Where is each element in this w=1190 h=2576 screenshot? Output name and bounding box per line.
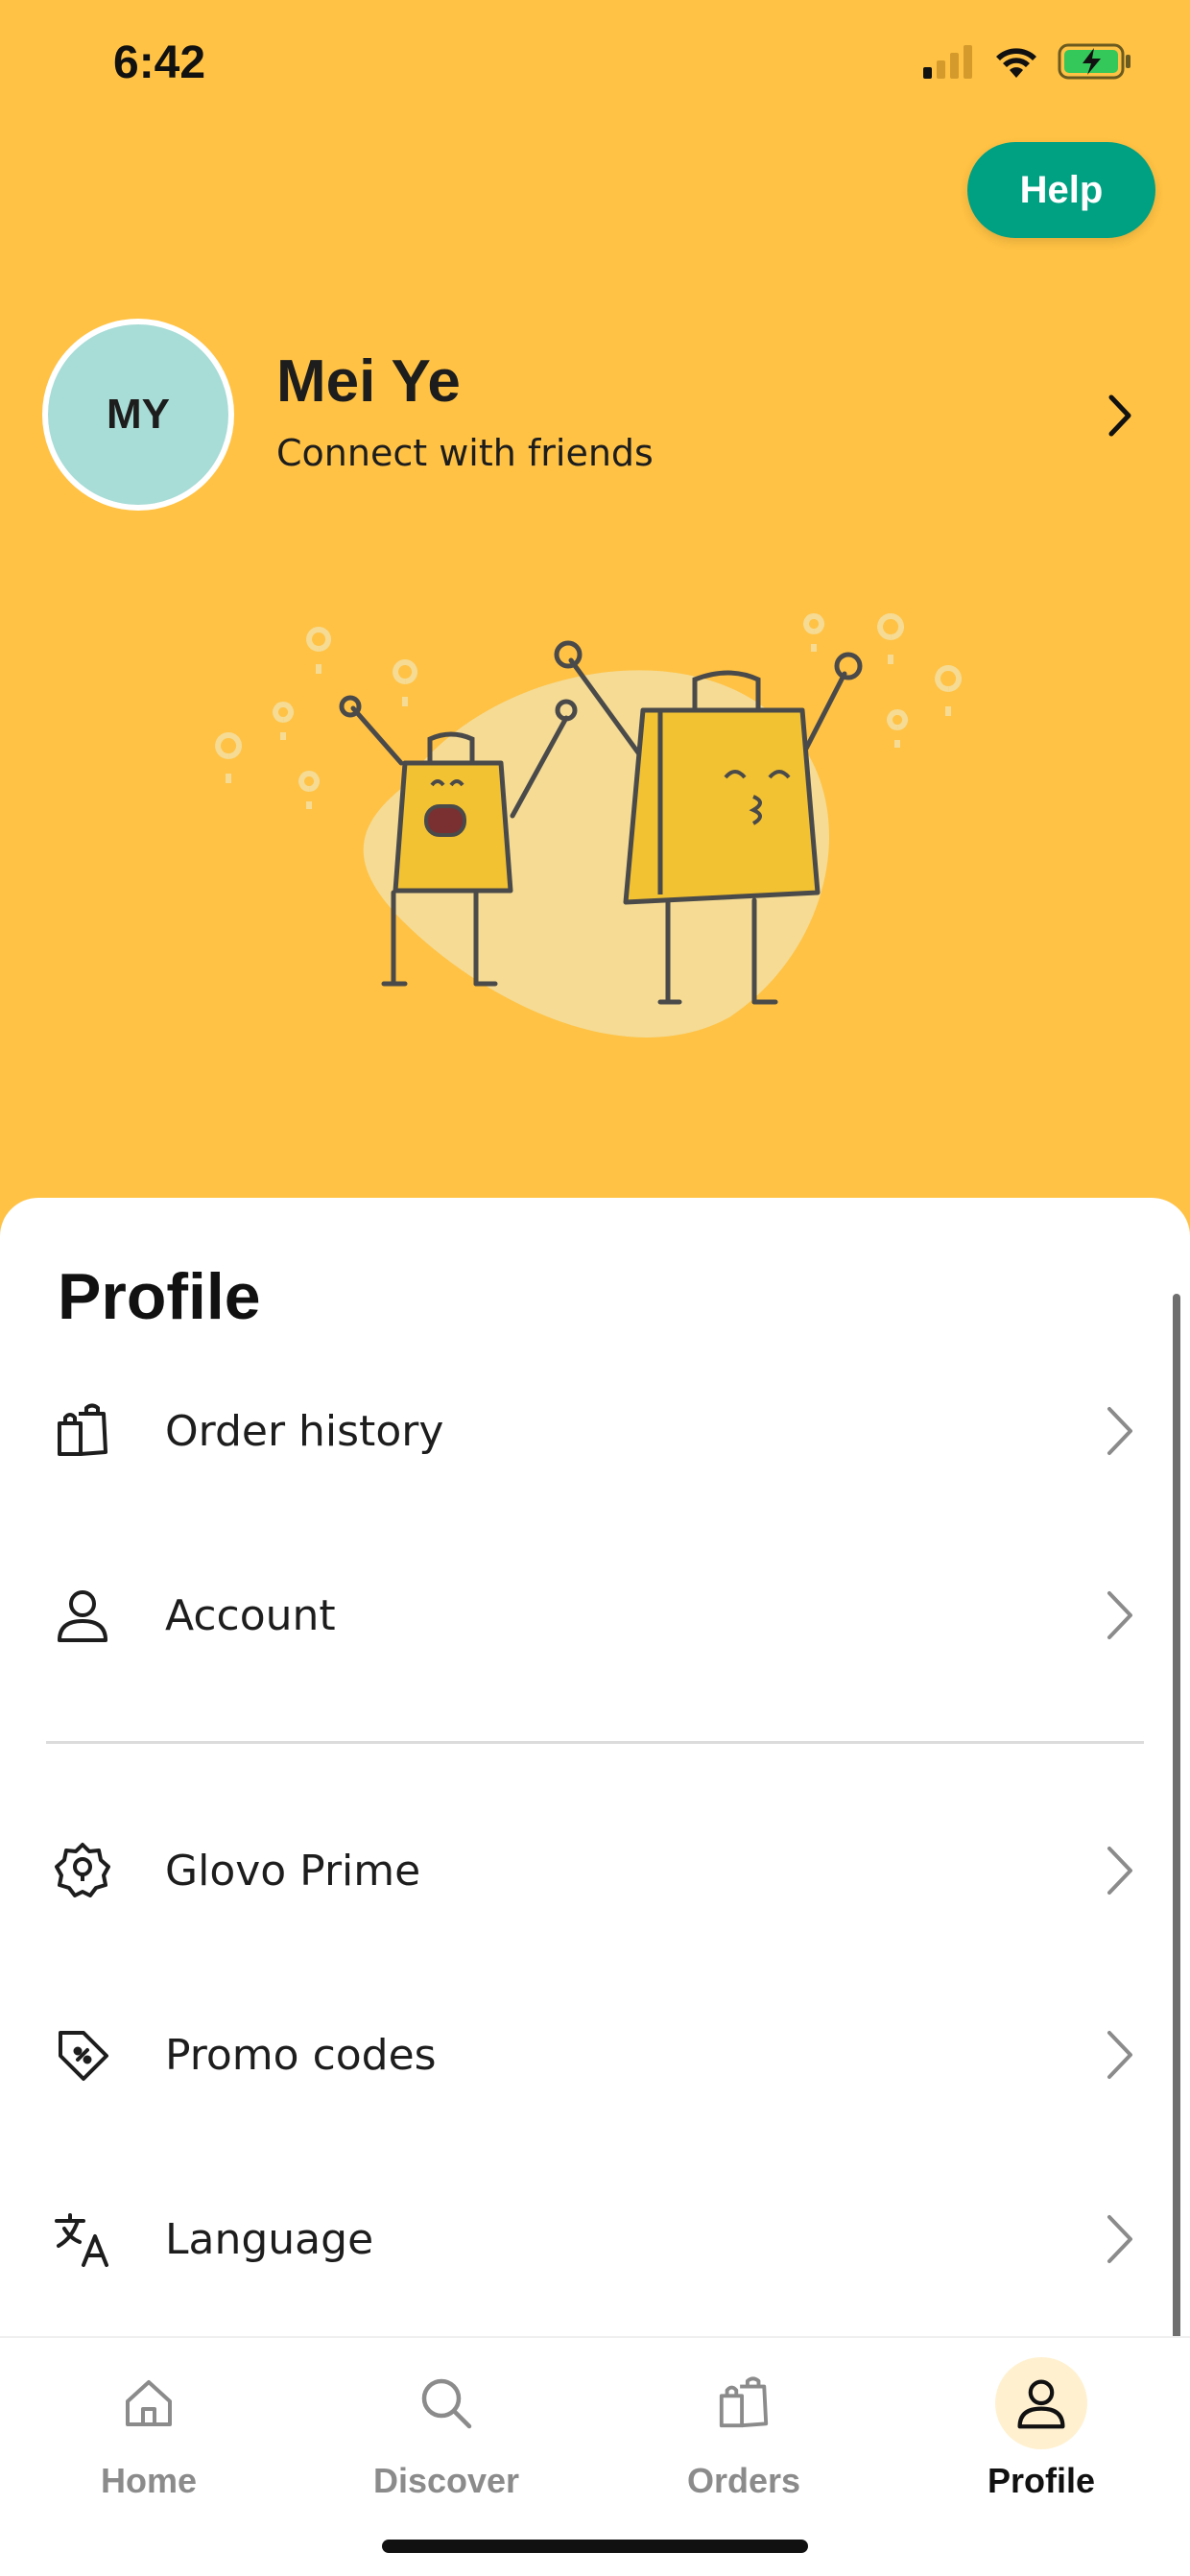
menu-item-label: Language [165, 2214, 374, 2264]
menu-item-label: Account [165, 1590, 336, 1640]
home-icon [103, 2357, 195, 2449]
tab-discover[interactable]: Discover [298, 2338, 595, 2511]
help-button[interactable]: Help [967, 142, 1155, 238]
wifi-icon [996, 48, 1036, 78]
page-title: Profile [58, 1260, 261, 1333]
tab-home[interactable]: Home [0, 2338, 298, 2511]
tab-profile[interactable]: Profile [892, 2338, 1190, 2511]
menu-item-order-history[interactable]: Order history [0, 1359, 1190, 1503]
bags-icon [698, 2357, 790, 2449]
signal-icon [923, 45, 972, 79]
menu-item-label: Glovo Prime [165, 1846, 421, 1896]
menu-item-glovo-prime[interactable]: Glovo Prime [0, 1799, 1190, 1943]
connect-friends-text: Connect with friends [276, 432, 654, 474]
status-icons [921, 42, 1132, 81]
tab-label: Home [100, 2461, 198, 2500]
user-profile-row[interactable]: MY Mei Ye Connect with friends [42, 319, 1146, 511]
menu-item-account[interactable]: Account [0, 1543, 1190, 1687]
user-name: Mei Ye [276, 348, 461, 415]
chevron-right-icon [1108, 394, 1131, 437]
chevron-right-icon [1107, 2215, 1132, 2263]
tab-orders[interactable]: Orders [595, 2338, 892, 2511]
menu-item-language[interactable]: Language [0, 2167, 1190, 2311]
status-bar: 6:42 [0, 0, 1190, 134]
person-icon [52, 1585, 113, 1646]
menu-item-label: Order history [165, 1406, 444, 1456]
chevron-right-icon [1107, 1847, 1132, 1895]
chevron-right-icon [1107, 1591, 1132, 1639]
tab-label: Profile [987, 2461, 1096, 2500]
divider [46, 1741, 1144, 1744]
prime-badge-icon [52, 1840, 113, 1901]
promo-tag-icon [52, 2024, 113, 2086]
home-indicator [382, 2540, 808, 2553]
status-time: 6:42 [113, 37, 206, 88]
battery-charging-icon [1058, 43, 1130, 80]
person-icon [995, 2357, 1087, 2449]
tab-label: Discover [372, 2461, 520, 2500]
search-icon [400, 2357, 492, 2449]
celebrating-bags-illustration [215, 613, 963, 1038]
bags-icon [52, 1400, 113, 1462]
chevron-right-icon [1107, 1407, 1132, 1455]
avatar: MY [42, 319, 234, 511]
chevron-right-icon [1107, 2031, 1132, 2079]
tab-label: Orders [686, 2461, 801, 2500]
translate-icon [52, 2208, 113, 2270]
menu-item-promo-codes[interactable]: Promo codes [0, 1983, 1190, 2127]
menu-item-label: Promo codes [165, 2030, 437, 2080]
